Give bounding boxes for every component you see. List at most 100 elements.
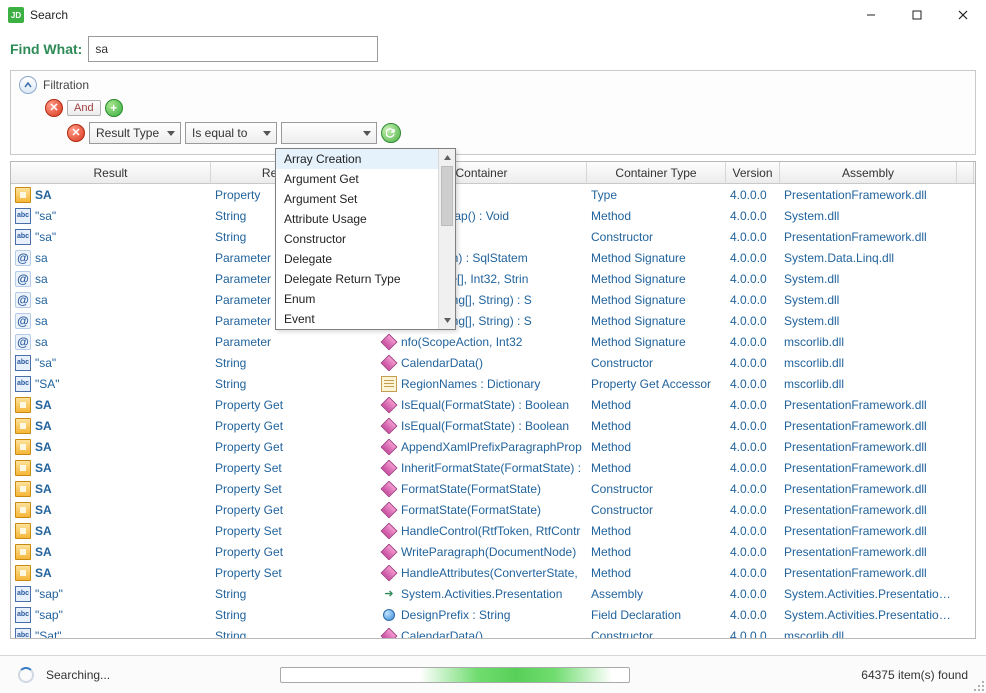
scroll-thumb[interactable]	[441, 166, 453, 226]
table-row[interactable]: SAPropertyeType4.0.0.0PresentationFramew…	[11, 184, 975, 205]
table-row[interactable]: abc"sa"StringltureInfoMap() : VoidMethod…	[11, 205, 975, 226]
result-text: "SA"	[35, 377, 60, 391]
scroll-down-icon[interactable]	[439, 312, 455, 329]
dropdown-item[interactable]: Attribute Usage	[276, 209, 455, 229]
add-group-button[interactable]: +	[105, 99, 123, 117]
dropdown-item[interactable]: Array Creation	[276, 149, 455, 169]
table-row[interactable]: abc"Sat"StringCalendarData()Constructor4…	[11, 625, 975, 639]
property-icon	[15, 439, 31, 455]
table-row[interactable]: abc"sap"StringDesignPrefix : StringField…	[11, 604, 975, 625]
container-type-text: Constructor	[587, 629, 726, 640]
dropdown-item[interactable]: Event	[276, 309, 455, 329]
remove-condition-button[interactable]: ✕	[67, 124, 85, 142]
version-text: 4.0.0.0	[726, 545, 780, 559]
table-row[interactable]: @saParameterArray(String[], String) : SM…	[11, 310, 975, 331]
assembly-text: PresentationFramework.dll	[780, 566, 957, 580]
table-row[interactable]: SAProperty SetHandleAttributes(Converter…	[11, 562, 975, 583]
property-icon	[15, 187, 31, 203]
result-text: sa	[35, 335, 48, 349]
method-icon	[381, 355, 397, 371]
assembly-icon: ➜	[381, 586, 397, 602]
table-row[interactable]: abc"sa"String()Constructor4.0.0.0Present…	[11, 226, 975, 247]
container-text: nfo(ScopeAction, Int32	[401, 335, 522, 349]
dropdown-item[interactable]: Enum	[276, 289, 455, 309]
filter-value-dropdown: Array CreationArgument GetArgument SetAt…	[275, 148, 456, 330]
dropdown-item[interactable]: Delegate Return Type	[276, 269, 455, 289]
container-type-text: Method Signature	[587, 293, 726, 307]
table-row[interactable]: SAProperty GetAppendXamlPrefixParagraphP…	[11, 436, 975, 457]
table-row[interactable]: SAProperty GetWriteParagraph(DocumentNod…	[11, 541, 975, 562]
resize-grip[interactable]	[970, 677, 984, 691]
table-row[interactable]: abc"sap"String➜System.Activities.Present…	[11, 583, 975, 604]
result-text: SA	[35, 440, 52, 454]
filter-operator-select[interactable]: Is equal to	[185, 122, 277, 144]
table-row[interactable]: SAProperty GetIsEqual(FormatState) : Boo…	[11, 415, 975, 436]
results-grid: Result Result Type Container Container T…	[10, 161, 976, 639]
assembly-text: System.Activities.Presentation.dl	[780, 608, 957, 622]
filter-field-select[interactable]: Result Type	[89, 122, 181, 144]
method-icon	[381, 334, 397, 350]
table-row[interactable]: SAProperty SetInheritFormatState(FormatS…	[11, 457, 975, 478]
status-bar: Searching... 64375 item(s) found	[0, 655, 986, 693]
table-row[interactable]: SAProperty SetFormatState(FormatState)Co…	[11, 478, 975, 499]
table-row[interactable]: abc"SA"StringRegionNames : DictionaryPro…	[11, 373, 975, 394]
result-text: "sa"	[35, 230, 56, 244]
version-text: 4.0.0.0	[726, 587, 780, 601]
dropdown-item[interactable]: Argument Get	[276, 169, 455, 189]
result-text: sa	[35, 293, 48, 307]
grid-header: Result Result Type Container Container T…	[11, 162, 975, 184]
method-icon	[381, 481, 397, 497]
result-text: SA	[35, 524, 52, 538]
result-text: sa	[35, 251, 48, 265]
table-row[interactable]: SAProperty GetIsEqual(FormatState) : Boo…	[11, 394, 975, 415]
dropdown-item[interactable]: Delegate	[276, 249, 455, 269]
table-row[interactable]: @saParameterArray(String[], String) : SM…	[11, 289, 975, 310]
result-text: SA	[35, 566, 52, 580]
table-row[interactable]: SAProperty GetFormatState(FormatState)Co…	[11, 499, 975, 520]
container-text: IsEqual(FormatState) : Boolean	[401, 419, 569, 433]
table-row[interactable]: SAProperty SetHandleControl(RtfToken, Rt…	[11, 520, 975, 541]
version-text: 4.0.0.0	[726, 209, 780, 223]
dropdown-item[interactable]: Constructor	[276, 229, 455, 249]
table-row[interactable]: abc"sa"StringCalendarData()Constructor4.…	[11, 352, 975, 373]
result-text: SA	[35, 482, 52, 496]
grid-body[interactable]: SAPropertyeType4.0.0.0PresentationFramew…	[11, 184, 975, 639]
table-row[interactable]: @saParameternfo(ScopeAction, Int32Method…	[11, 331, 975, 352]
col-version[interactable]: Version	[726, 162, 780, 183]
filter-value-select[interactable]	[281, 122, 377, 144]
scroll-up-icon[interactable]	[439, 149, 455, 166]
container-type-text: Constructor	[587, 503, 726, 517]
table-row[interactable]: @saParameter(SqlAssign) : SqlStatemMetho…	[11, 247, 975, 268]
dropdown-item[interactable]: Argument Set	[276, 189, 455, 209]
close-button[interactable]	[940, 0, 986, 30]
version-text: 4.0.0.0	[726, 356, 780, 370]
container-type-text: Type	[587, 188, 726, 202]
version-text: 4.0.0.0	[726, 461, 780, 475]
col-container-type[interactable]: Container Type	[587, 162, 726, 183]
property-icon	[15, 523, 31, 539]
remove-group-button[interactable]: ✕	[45, 99, 63, 117]
container-type-text: Assembly	[587, 587, 726, 601]
result-text: SA	[35, 188, 52, 202]
dropdown-scrollbar[interactable]	[438, 149, 455, 329]
col-result[interactable]: Result	[11, 162, 211, 183]
version-text: 4.0.0.0	[726, 377, 780, 391]
version-text: 4.0.0.0	[726, 398, 780, 412]
progress-bar	[280, 667, 630, 683]
col-assembly[interactable]: Assembly	[780, 162, 957, 183]
and-operator-chip[interactable]: And	[67, 100, 101, 116]
find-input[interactable]	[88, 36, 378, 62]
find-label: Find What:	[10, 41, 82, 57]
container-type-text: Method	[587, 566, 726, 580]
table-row[interactable]: @saParameternfoW(Byte[], Int32, StrinMet…	[11, 268, 975, 289]
version-text: 4.0.0.0	[726, 314, 780, 328]
result-type-text: Property Get	[211, 398, 377, 412]
apply-filter-button[interactable]	[381, 123, 401, 143]
collapse-filtration-button[interactable]	[19, 76, 37, 94]
method-icon	[381, 439, 397, 455]
version-text: 4.0.0.0	[726, 503, 780, 517]
assembly-text: PresentationFramework.dll	[780, 230, 957, 244]
minimize-button[interactable]	[848, 0, 894, 30]
result-text: SA	[35, 419, 52, 433]
maximize-button[interactable]	[894, 0, 940, 30]
